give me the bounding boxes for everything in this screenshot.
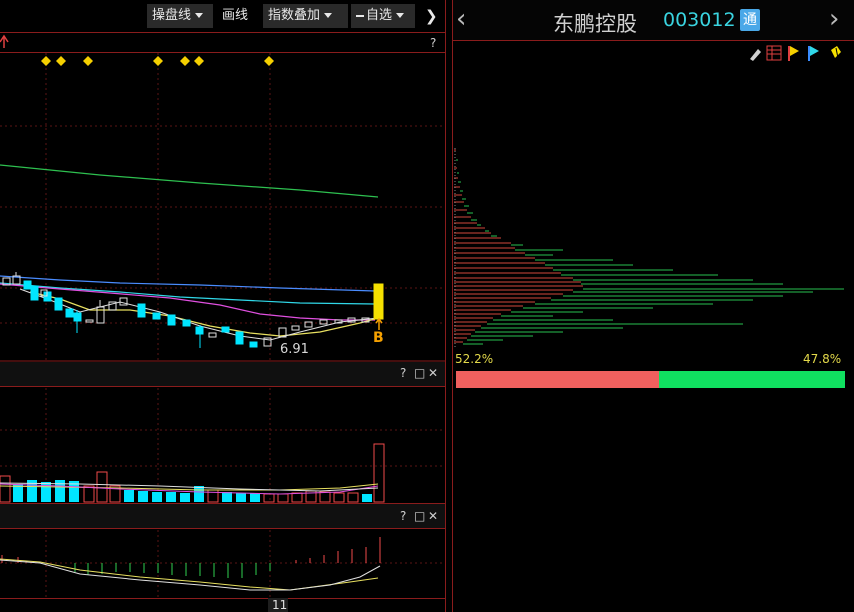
indicator-help-button[interactable]: ?	[400, 509, 406, 523]
volume-panel-header	[0, 362, 445, 386]
volume-restore-button[interactable]: □	[414, 366, 425, 380]
connect-badge[interactable]: 通	[740, 9, 760, 31]
diamond-marker	[83, 56, 93, 66]
candles	[2, 272, 384, 348]
x-axis-month-label: 11	[272, 598, 288, 612]
loss-ratio-fill	[659, 371, 845, 388]
buy-signal-label: B	[373, 330, 384, 346]
arrow-up-icon	[0, 34, 9, 48]
low-price-label: 6.91	[280, 342, 309, 357]
diamond-marker	[180, 56, 190, 66]
volume-close-button[interactable]: ✕	[428, 366, 438, 380]
volume-help-button[interactable]: ?	[400, 366, 406, 380]
stock-code: 003012	[663, 9, 736, 31]
signal-diamonds	[41, 56, 274, 66]
profit-percent-label: 52.2%	[455, 352, 494, 366]
close-icon: ✕	[428, 509, 439, 523]
diamond-marker	[41, 56, 51, 66]
restore-icon: □	[414, 509, 426, 523]
chip-distribution-chart[interactable]	[453, 60, 854, 350]
next-stock-button[interactable]: ›	[829, 4, 839, 34]
help-icon: ?	[400, 366, 407, 380]
help-icon: ?	[400, 509, 407, 523]
arrow-up-icon	[375, 317, 383, 330]
indicator-close-button[interactable]: ✕	[428, 509, 438, 523]
flag-red-icon[interactable]	[788, 46, 799, 61]
paint-bucket-icon[interactable]	[831, 46, 841, 59]
indicator-restore-button[interactable]: □	[414, 509, 425, 523]
grid-icon[interactable]	[766, 45, 782, 61]
diamond-marker	[264, 56, 274, 66]
stock-name: 东鹏控股	[553, 12, 637, 36]
chevron-right-icon: ›	[829, 4, 840, 34]
loss-chips	[456, 159, 844, 345]
profit-chips	[454, 149, 583, 343]
close-icon: ✕	[428, 366, 439, 380]
profit-loss-ratio-bar	[456, 371, 845, 388]
flag-blue-icon[interactable]	[808, 46, 819, 61]
volume-bars	[0, 443, 385, 503]
indicator-panel-header	[0, 504, 445, 528]
prev-stock-button[interactable]: ‹	[456, 4, 466, 34]
stock-header	[453, 0, 854, 40]
loss-percent-label: 47.8%	[803, 352, 842, 366]
diamond-marker	[153, 56, 163, 66]
diamond-marker	[194, 56, 204, 66]
chevron-left-icon: ‹	[456, 4, 467, 34]
ma-long-line	[0, 164, 379, 198]
latest-candle	[373, 283, 384, 320]
diamond-marker	[56, 56, 66, 66]
restore-icon: □	[414, 366, 426, 380]
profit-ratio-fill	[456, 371, 659, 388]
